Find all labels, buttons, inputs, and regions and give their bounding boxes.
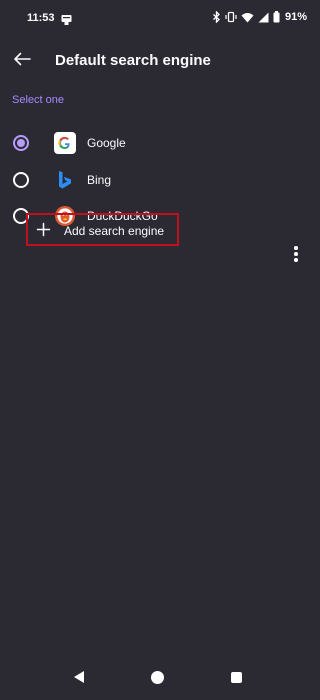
engine-label: Bing	[87, 173, 112, 187]
add-search-engine-label: Add search engine	[64, 224, 165, 238]
nav-back-icon[interactable]	[73, 670, 85, 689]
status-bar: 11:53 91%	[0, 0, 315, 38]
status-time: 11:53	[27, 12, 55, 24]
toolbar: Default search engine	[0, 38, 315, 84]
system-nav-bar	[0, 656, 315, 700]
engine-row-bing[interactable]: Bing	[0, 162, 315, 198]
plus-icon	[36, 222, 51, 237]
wifi-icon	[241, 12, 254, 23]
screen: 11:53 91% Default search engine Select o…	[0, 0, 315, 700]
radio-google[interactable]	[13, 135, 29, 151]
nav-home-icon[interactable]	[151, 671, 164, 684]
engine-label: Google	[87, 136, 126, 150]
engine-row-google[interactable]: Google	[0, 125, 315, 161]
page-title: Default search engine	[55, 52, 211, 69]
battery-icon	[273, 11, 280, 23]
more-vertical-icon	[294, 252, 298, 256]
more-vertical-icon	[294, 246, 298, 250]
vibrate-icon	[225, 11, 237, 23]
section-label: Select one	[12, 94, 64, 106]
back-button[interactable]	[8, 47, 36, 75]
signal-icon	[258, 12, 269, 23]
battery-percent: 91%	[284, 11, 307, 23]
bluetooth-icon	[212, 11, 221, 23]
status-icons: 91%	[212, 11, 307, 23]
bing-icon	[54, 169, 76, 191]
radio-bing[interactable]	[13, 172, 29, 188]
add-search-engine-button[interactable]: Add search engine	[26, 213, 179, 246]
more-vertical-icon	[294, 258, 298, 262]
more-options-button[interactable]	[289, 245, 303, 263]
nav-recents-icon[interactable]	[231, 672, 242, 683]
notification-icon	[61, 12, 72, 25]
google-icon	[54, 132, 76, 154]
arrow-left-icon	[13, 52, 31, 71]
